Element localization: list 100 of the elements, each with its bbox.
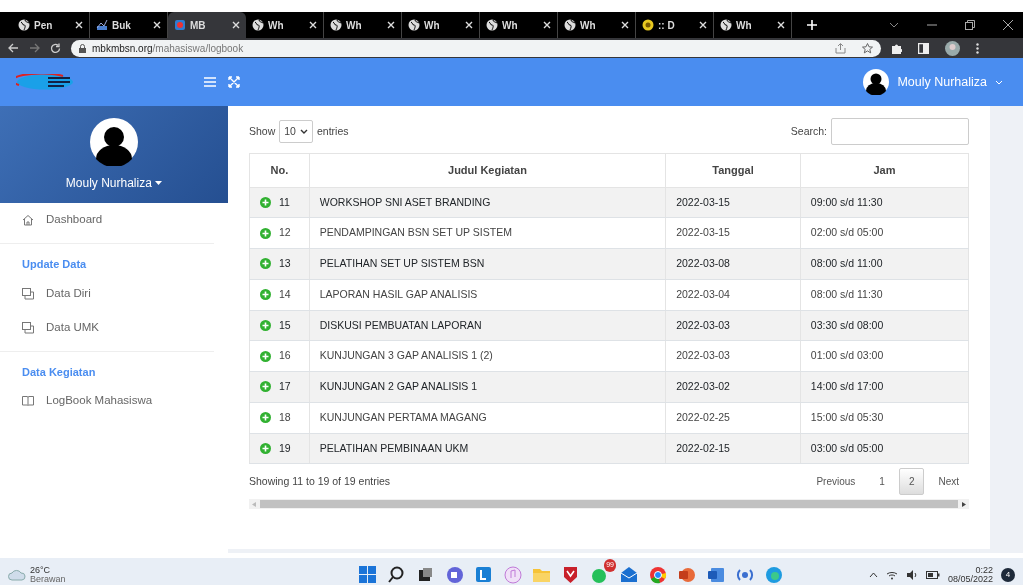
back-icon[interactable] <box>8 43 19 53</box>
table-cell-text: 15 <box>279 317 291 333</box>
expand-icon[interactable] <box>260 258 271 270</box>
browser-icon[interactable] <box>648 565 667 584</box>
table-cell: 12 <box>279 225 291 241</box>
fullscreen-icon[interactable] <box>228 76 240 88</box>
section-heading: Update Data <box>0 243 214 277</box>
edge-browser-icon[interactable] <box>764 565 783 584</box>
globe-icon <box>720 19 732 31</box>
chevron-down-icon[interactable] <box>889 22 899 28</box>
chat-icon[interactable] <box>445 565 464 584</box>
table-cell: 2022-03-15 <box>665 217 801 249</box>
expand-icon[interactable] <box>260 442 271 454</box>
reload-icon[interactable] <box>50 42 61 54</box>
task-view-icon[interactable] <box>416 565 435 584</box>
forward-icon[interactable] <box>29 43 40 53</box>
logo-icon <box>16 74 74 90</box>
notification-count[interactable]: 4 <box>1001 567 1015 582</box>
globe-icon <box>330 19 342 31</box>
page-button[interactable]: 2 <box>898 468 925 496</box>
table-cell: LAPORAN HASIL GAP ANALISIS <box>309 279 666 310</box>
expand-icon[interactable] <box>260 196 271 208</box>
sidebar-item[interactable]: Dashboard <box>0 203 228 237</box>
column-header[interactable]: Judul Kegiatan <box>309 153 666 187</box>
page-length-select[interactable]: 10 <box>279 119 313 144</box>
expand-icon[interactable] <box>260 381 271 393</box>
book-icon <box>22 395 34 407</box>
app-tile-icon[interactable] <box>474 565 493 584</box>
table-cell: DISKUSI PEMBUATAN LAPORAN <box>309 310 666 341</box>
page-button[interactable]: Next <box>928 468 969 496</box>
share-icon[interactable] <box>835 42 846 54</box>
table-cell: 08:00 s/d 11:00 <box>800 248 969 280</box>
expand-icon[interactable] <box>260 350 271 362</box>
table-cell: KUNJUNGAN PERTAMA MAGANG <box>309 402 666 433</box>
clock[interactable]: 0:22 08/05/2022 <box>947 565 993 584</box>
close-icon[interactable] <box>1003 20 1013 30</box>
caret-icon <box>155 181 163 186</box>
sidebar-item[interactable]: LogBook Mahasiswa <box>0 384 228 418</box>
expand-icon[interactable] <box>260 412 271 424</box>
table-cell-text: 11 <box>279 194 290 210</box>
windows-icon[interactable] <box>358 565 377 584</box>
weather-widget[interactable]: 26°C Berawan <box>8 565 358 584</box>
column-header[interactable]: Tanggal <box>665 153 801 187</box>
table-cell: 16 <box>279 348 291 364</box>
address-bar[interactable]: mbkmbsn.org/mahasiswa/logbook <box>71 39 881 57</box>
shield-icon[interactable] <box>561 565 580 584</box>
sidebar-item[interactable]: Data Diri <box>0 276 228 311</box>
mail-icon[interactable] <box>619 565 638 584</box>
browser-tab[interactable]: MB <box>168 12 246 38</box>
weather-text: Berawan <box>30 574 66 584</box>
puzzle-icon[interactable] <box>891 42 902 54</box>
chevron-up-icon[interactable] <box>868 571 878 578</box>
chart-icon <box>96 19 108 31</box>
expand-icon[interactable] <box>260 289 271 301</box>
table-info: Showing 11 to 19 of 19 entries <box>249 473 391 489</box>
table-cell: 02:00 s/d 05:00 <box>800 217 969 249</box>
profile-name[interactable]: Mouly Nurhaliza <box>65 173 163 192</box>
avatar-icon <box>90 117 138 166</box>
table-cell: 03:30 s/d 08:00 <box>800 310 969 341</box>
column-header[interactable]: No. <box>249 153 310 187</box>
side-panel-icon[interactable] <box>918 42 929 54</box>
table-cell: 2022-03-08 <box>665 248 801 280</box>
page-button[interactable]: 1 <box>869 468 895 496</box>
time-text: 0:22 <box>974 565 993 575</box>
sidebar-item[interactable]: Data UMK <box>0 310 228 345</box>
page-button[interactable]: Previous <box>806 468 866 496</box>
window-icon <box>22 321 34 334</box>
table-cell: 2022-03-03 <box>665 340 801 372</box>
speaker-icon[interactable] <box>905 569 918 580</box>
presentation-icon[interactable] <box>677 565 696 584</box>
more-icon[interactable] <box>976 42 979 54</box>
battery-icon[interactable] <box>925 570 940 579</box>
expand-icon[interactable] <box>260 227 271 239</box>
date-text: 08/05/2022 <box>947 574 993 584</box>
globe-icon <box>18 19 30 31</box>
site-icon <box>174 19 186 31</box>
menu-icon[interactable] <box>204 77 216 87</box>
table-cell: 2022-02-25 <box>665 402 801 433</box>
new-tab-icon[interactable] <box>806 19 818 31</box>
profile-avatar-icon[interactable] <box>945 40 960 56</box>
scroll-right-icon[interactable] <box>962 501 966 507</box>
horizontal-scrollbar[interactable] <box>249 499 969 510</box>
chevron-down-icon <box>299 129 308 134</box>
network-icon[interactable] <box>885 569 898 580</box>
table-cell: 09:00 s/d 11:30 <box>800 187 969 218</box>
cloud-icon <box>8 568 26 581</box>
column-header[interactable]: Jam <box>800 153 969 187</box>
search-label: Search: <box>790 123 827 139</box>
globe-icon <box>252 19 264 31</box>
chevron-down-icon <box>995 79 1003 85</box>
restore-icon[interactable] <box>965 20 975 30</box>
url-text: mbkmbsn.org/mahasiswa/logbook <box>92 41 244 56</box>
expand-icon[interactable] <box>260 319 271 331</box>
table-cell: 15:00 s/d 05:30 <box>800 402 969 433</box>
table-cell: KUNJUNGAN 3 GAP ANALISIS 1 (2) <box>309 340 666 372</box>
document-icon[interactable] <box>706 565 725 584</box>
search-icon[interactable] <box>387 565 406 584</box>
search-field[interactable] <box>831 118 969 145</box>
table-cell: 2022-03-03 <box>665 310 801 341</box>
star-icon[interactable] <box>862 42 873 54</box>
